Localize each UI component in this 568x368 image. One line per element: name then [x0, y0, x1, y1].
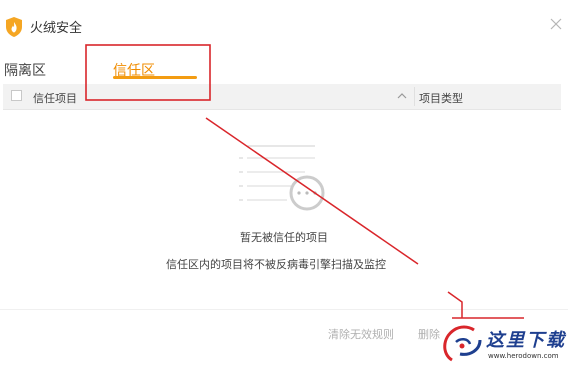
tab-quarantine[interactable]: 隔离区	[4, 60, 46, 80]
column-divider[interactable]	[414, 87, 415, 106]
watermark-logo-icon	[443, 325, 482, 362]
huorong-shield-logo-icon	[6, 17, 22, 37]
title-bar: 火绒安全	[0, 0, 568, 48]
watermark-url: www.herodown.com	[488, 352, 559, 360]
watermark: 这里下载 www.herodown.com	[438, 316, 568, 368]
column-header-item-type[interactable]: 项目类型	[419, 90, 463, 106]
empty-state-title: 暂无被信任的项目	[240, 231, 328, 244]
watermark-text: 这里下载	[486, 330, 566, 351]
delete-button[interactable]: 删除	[418, 326, 440, 342]
annotation-arrow-line	[447, 291, 463, 318]
select-all-checkbox[interactable]	[11, 90, 22, 101]
footer-divider	[0, 309, 568, 310]
empty-list-illustration	[239, 145, 325, 211]
table-header: 信任项目 项目类型	[3, 84, 561, 110]
chevron-up-icon[interactable]	[396, 91, 408, 101]
empty-state-description: 信任区内的项目将不被反病毒引擎扫描及监控	[166, 258, 386, 271]
clear-invalid-rules-button[interactable]: 清除无效规则	[328, 326, 394, 342]
active-tab-indicator	[113, 76, 197, 79]
tab-bar: 隔离区 信任区	[0, 52, 568, 84]
column-header-trust-item[interactable]: 信任项目	[33, 90, 77, 106]
close-icon[interactable]	[548, 16, 564, 32]
app-title: 火绒安全	[30, 21, 83, 36]
